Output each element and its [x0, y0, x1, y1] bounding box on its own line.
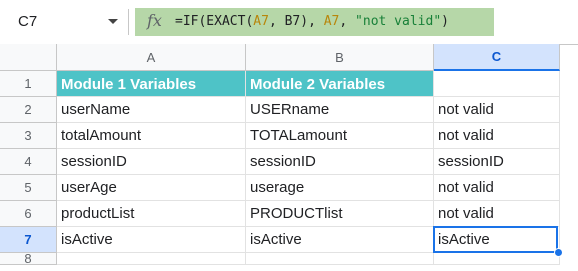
cell-a1[interactable]: Module 1 Variables [57, 71, 246, 97]
cell-b3[interactable]: TOTALamount [246, 123, 434, 149]
formula-suffix: ) [441, 14, 449, 29]
fx-icon: fx [147, 11, 162, 30]
name-box[interactable]: C7 [4, 5, 124, 37]
formula-bar-divider [128, 9, 129, 35]
cell-a2[interactable]: userName [57, 97, 246, 123]
cell-b6[interactable]: PRODUCTlist [246, 201, 434, 227]
formula-ref-a7-second: A7 [323, 14, 340, 29]
cell-b8[interactable] [246, 253, 434, 265]
fill-handle[interactable] [554, 248, 563, 257]
formula-prefix: =IF(EXACT( [175, 14, 254, 29]
cell-a4[interactable]: sessionID [57, 149, 246, 175]
cell-b1[interactable]: Module 2 Variables [246, 71, 434, 97]
chevron-down-icon[interactable] [108, 19, 118, 24]
name-box-ref: C7 [18, 13, 38, 30]
row-header-2[interactable]: 2 [0, 97, 57, 123]
formula-comma: , [339, 14, 356, 29]
cell-c7[interactable]: isActive [434, 227, 560, 253]
cell-b2[interactable]: USERname [246, 97, 434, 123]
select-all-corner[interactable] [0, 44, 57, 71]
formula-ref-a7: A7 [253, 14, 269, 29]
column-header-a[interactable]: A [57, 44, 246, 71]
cell-b4[interactable]: sessionID [246, 149, 434, 175]
cell-c5[interactable]: not valid [434, 175, 560, 201]
formula-bar: C7 fx =IF(EXACT(A7, B7), A7, "not valid"… [0, 0, 578, 45]
formula-middle: , B7), [268, 14, 324, 29]
row-header-8[interactable]: 8 [0, 251, 57, 266]
cell-a6[interactable]: productList [57, 201, 246, 227]
row-header-5[interactable]: 5 [0, 175, 57, 201]
cell-c4[interactable]: sessionID [434, 149, 560, 175]
row-header-4[interactable]: 4 [0, 149, 57, 175]
row-header-3[interactable]: 3 [0, 123, 57, 149]
cell-b7[interactable]: isActive [246, 227, 434, 253]
cell-c8[interactable] [434, 253, 560, 265]
row-header-7[interactable]: 7 [0, 227, 57, 253]
cell-c1[interactable] [434, 71, 560, 97]
formula-string: "not valid" [355, 14, 442, 29]
cell-a7[interactable]: isActive [57, 227, 246, 253]
cell-a8[interactable] [57, 253, 246, 265]
cell-c6[interactable]: not valid [434, 201, 560, 227]
cell-a5[interactable]: userAge [57, 175, 246, 201]
row-header-1[interactable]: 1 [0, 71, 57, 97]
cell-c3[interactable]: not valid [434, 123, 560, 149]
cell-a3[interactable]: totalAmount [57, 123, 246, 149]
column-header-b[interactable]: B [246, 44, 434, 71]
column-header-c[interactable]: C [434, 44, 560, 71]
row-header-6[interactable]: 6 [0, 201, 57, 227]
cell-b5[interactable]: userage [246, 175, 434, 201]
formula-input[interactable]: =IF(EXACT(A7, B7), A7, "not valid") [175, 14, 449, 29]
cell-c2[interactable]: not valid [434, 97, 560, 123]
